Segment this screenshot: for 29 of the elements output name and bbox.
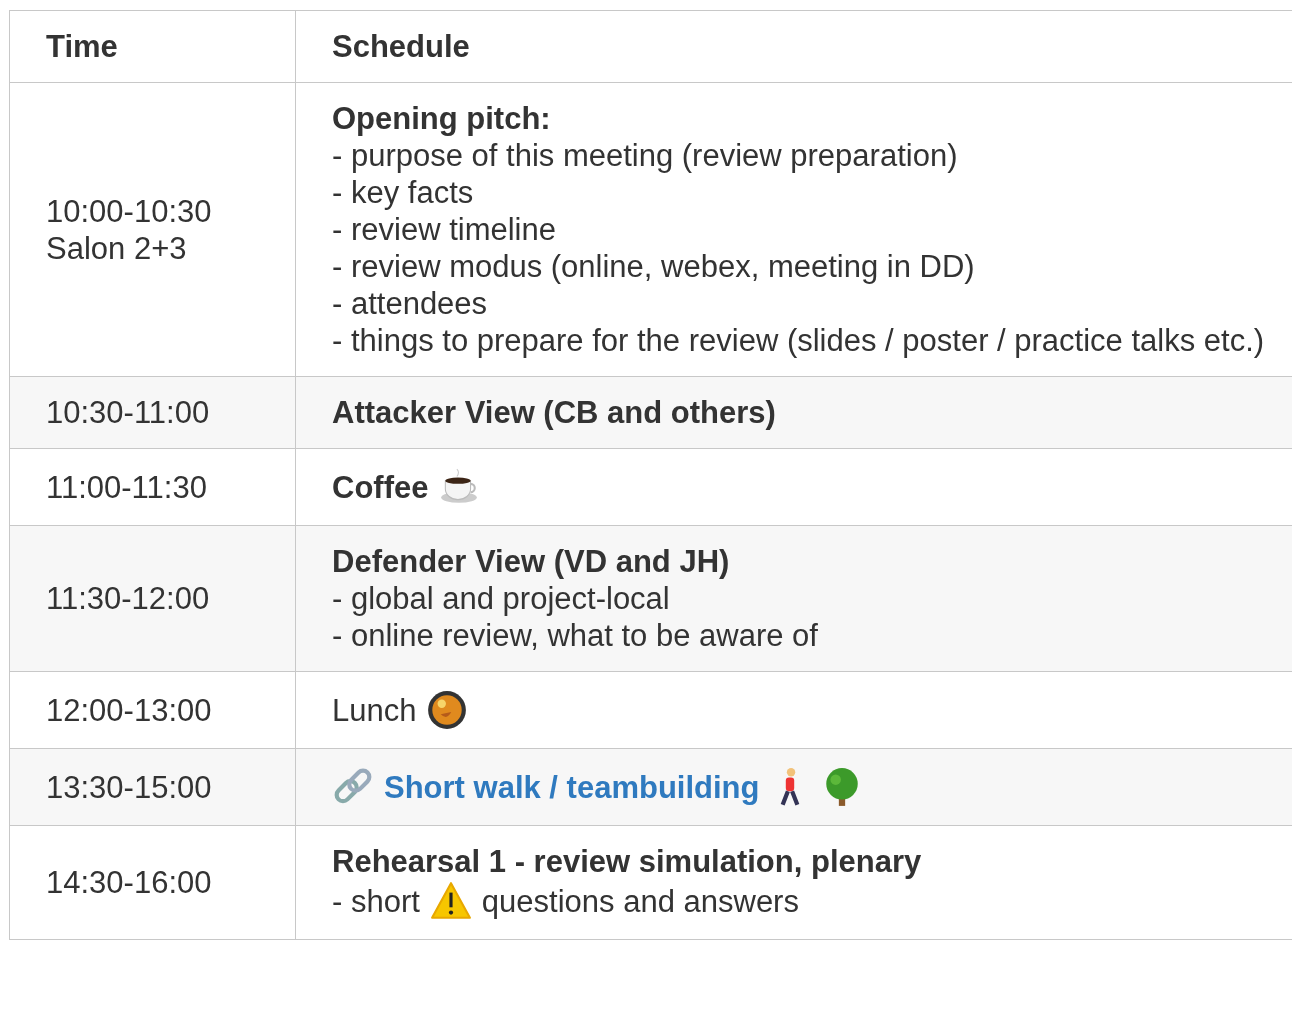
schedule-text: - short: [332, 882, 420, 920]
schedule-text: - global and project-local: [332, 580, 670, 617]
schedule-text: - purpose of this meeting (review preparation): [332, 137, 958, 174]
schedule-heading: Attacker View (CB and others): [332, 394, 776, 431]
schedule-text: - review timeline: [332, 211, 556, 248]
schedule-link[interactable]: Short walk / teambuilding: [384, 768, 760, 806]
schedule-text: Lunch: [332, 691, 417, 729]
time-text: 11:00-11:30: [46, 468, 208, 506]
column-header: Schedule: [295, 10, 1292, 83]
paella-pan-icon: [426, 689, 469, 731]
schedule-heading: Opening pitch:: [332, 100, 551, 137]
warning-icon: [429, 880, 472, 922]
time-text: 10:00-10:30: [46, 192, 213, 230]
column-header: Time: [9, 10, 296, 83]
time-text: 10:30-11:00: [46, 394, 211, 431]
schedule-text: - key facts: [332, 174, 474, 211]
schedule-text: questions and answers: [481, 882, 799, 920]
time-text: 14:30-16:00: [46, 864, 213, 901]
schedule-heading: Defender View (VD and JH): [332, 543, 730, 580]
schedule-text: - online review, what to be aware of: [332, 617, 818, 654]
schedule-heading: Rehearsal 1 - review simulation, plenary: [332, 843, 922, 880]
schedule-text: - things to prepare for the review (slides / poster / practice talks etc.): [332, 322, 1265, 359]
schedule-text: - review modus (online, webex, meeting in DD): [332, 248, 975, 285]
schedule-text: - attendees: [332, 285, 488, 322]
time-text: 12:00-13:00: [46, 691, 213, 729]
time-text: 13:30-15:00: [46, 768, 213, 806]
time-text: Salon 2+3: [46, 229, 188, 267]
schedule-heading: Coffee: [332, 468, 429, 506]
time-text: 11:30-12:00: [46, 580, 211, 617]
